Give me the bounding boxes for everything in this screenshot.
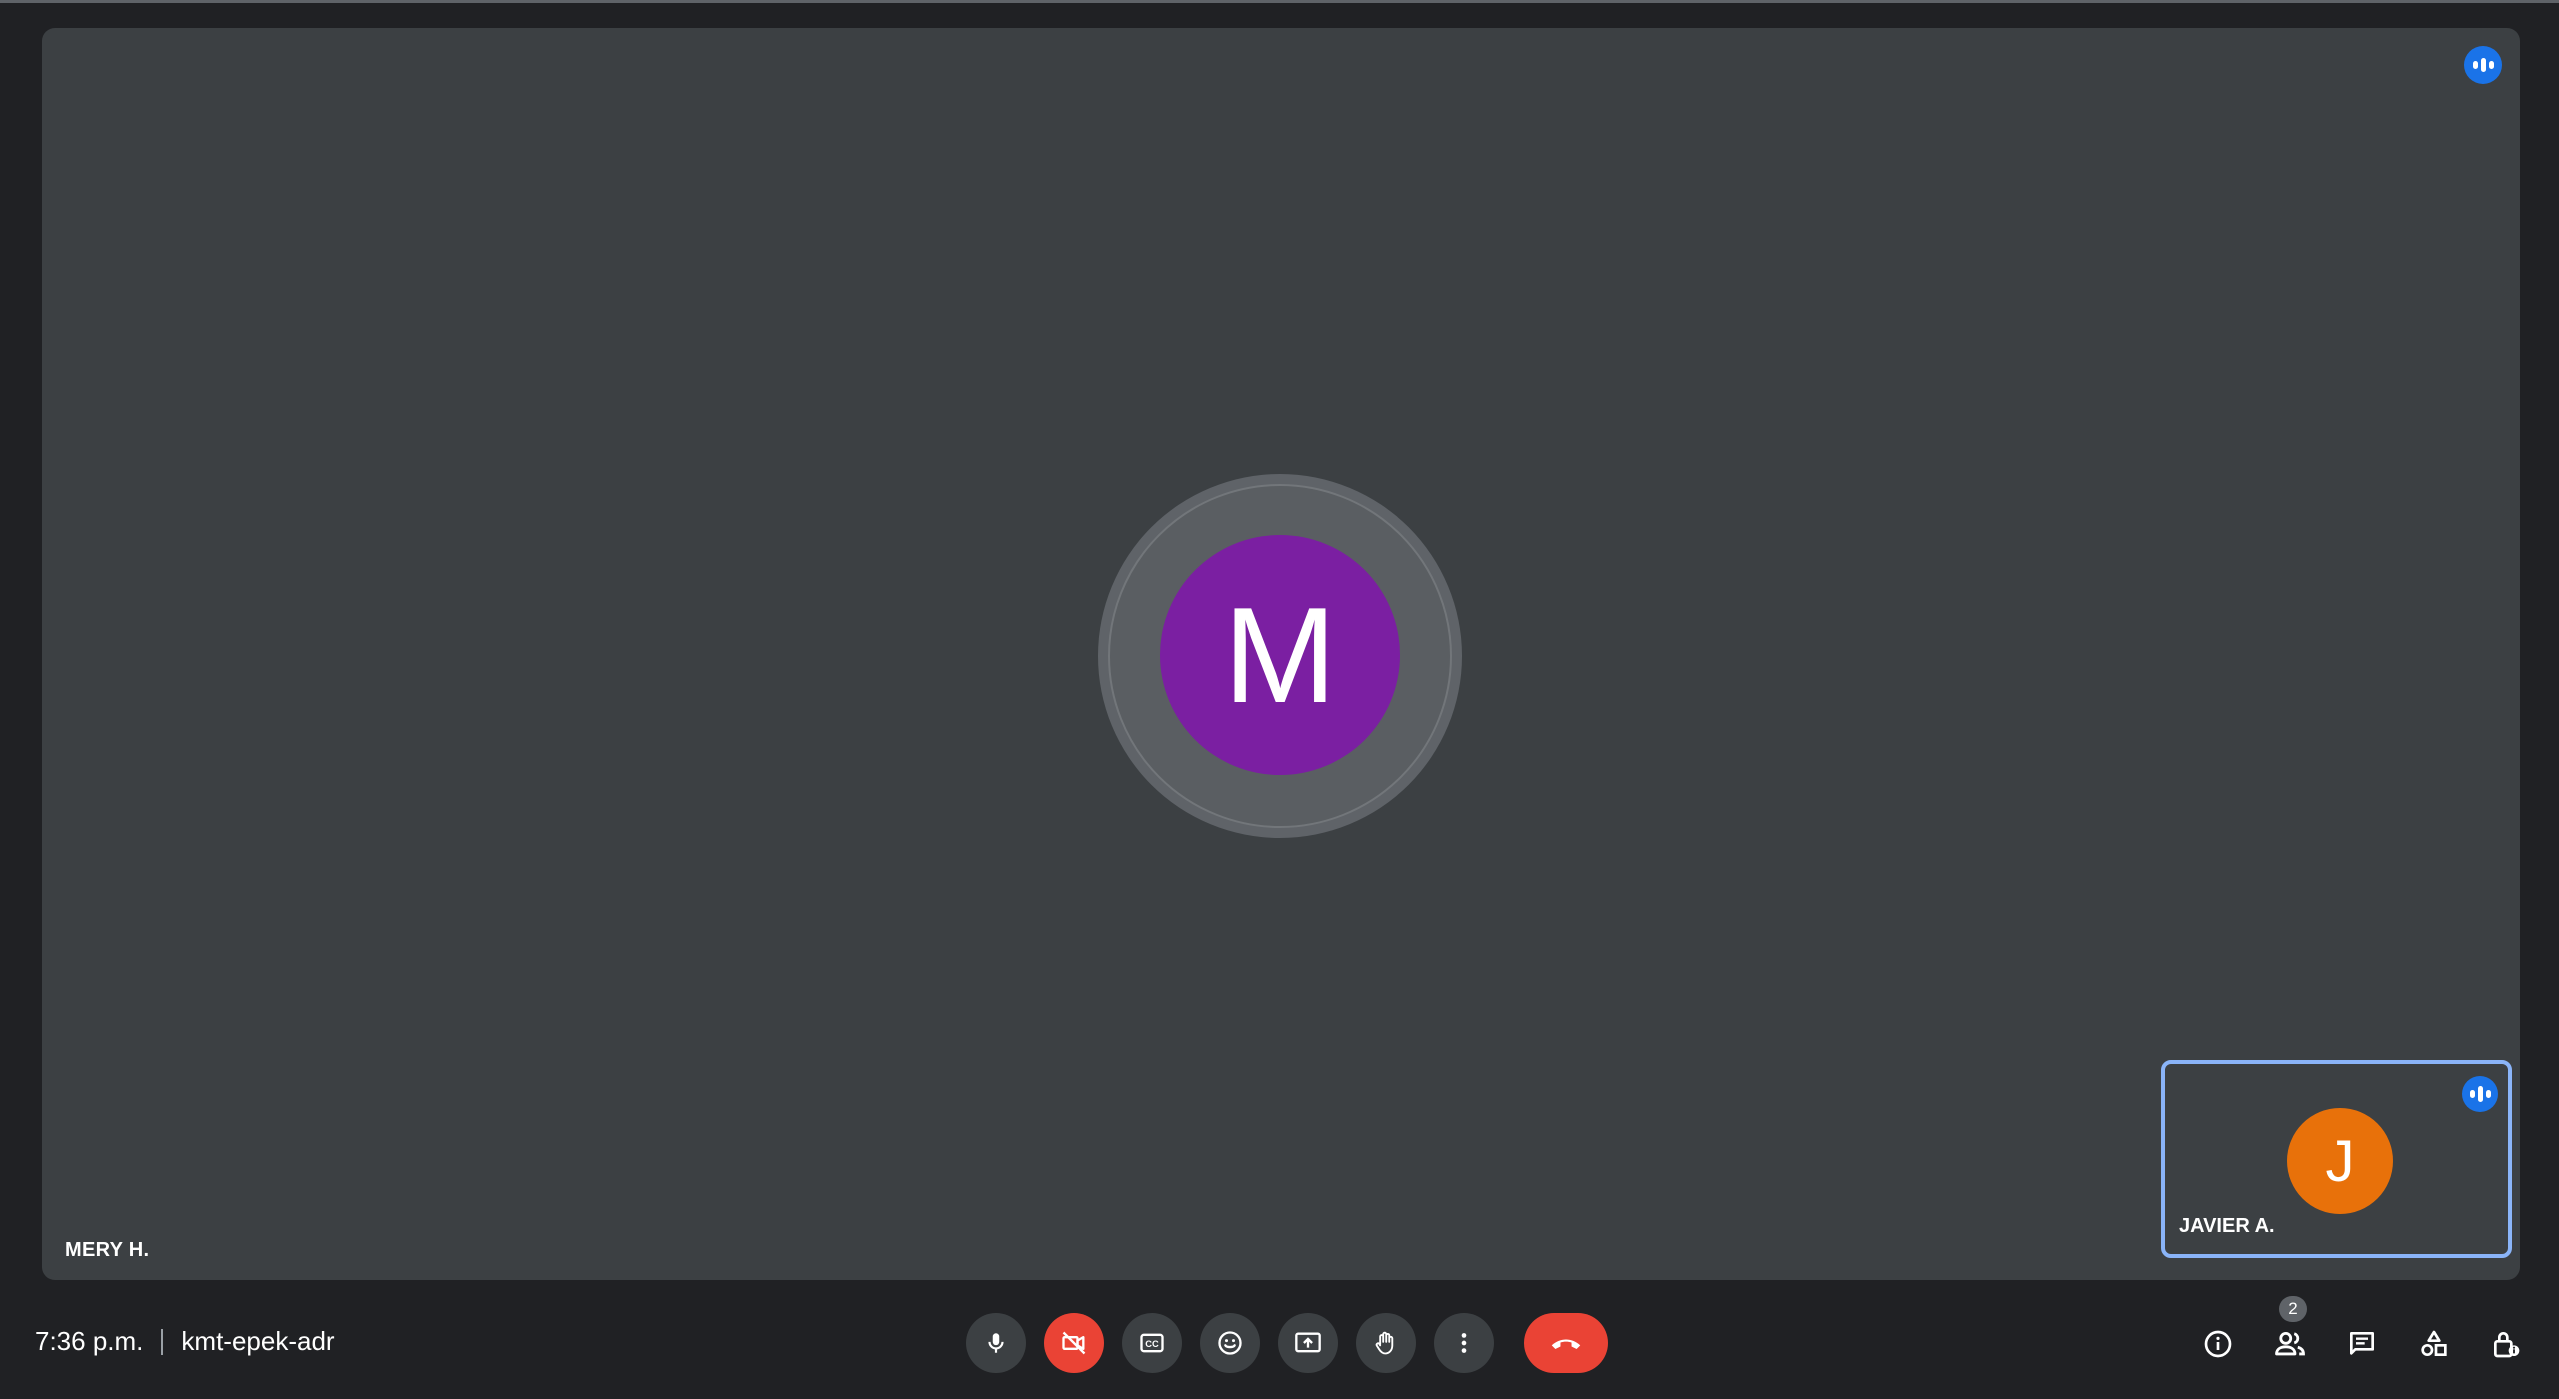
participant-name: JAVIER A.: [2179, 1215, 2275, 1237]
microphone-button[interactable]: [966, 1313, 1026, 1373]
host-controls-icon: [2494, 1332, 2520, 1358]
people-count-badge: 2: [2279, 1296, 2307, 1322]
meeting-details: 7:36 p.m. kmt-epek-adr: [35, 1326, 335, 1357]
chat-button[interactable]: [2334, 1316, 2390, 1372]
people-button[interactable]: 2: [2262, 1296, 2318, 1372]
emoji-reactions-button[interactable]: [1200, 1313, 1260, 1373]
avatar: M: [1160, 535, 1400, 775]
meeting-time: 7:36 p.m.: [35, 1326, 144, 1356]
more-options-button[interactable]: [1434, 1313, 1494, 1373]
call-controls: CC: [966, 1313, 1608, 1373]
meeting-details-button[interactable]: [2190, 1316, 2246, 1372]
info-icon: [2204, 1330, 2232, 1358]
microphone-icon: [988, 1333, 1004, 1353]
participant-name: MERY H.: [65, 1239, 150, 1261]
camera-button[interactable]: [1044, 1313, 1104, 1373]
svg-text:CC: CC: [1145, 1339, 1159, 1349]
activities-button[interactable]: [2406, 1316, 2462, 1372]
present-screen-button[interactable]: [1278, 1313, 1338, 1373]
people-icon: [2275, 1331, 2305, 1356]
raise-hand-button[interactable]: [1356, 1313, 1416, 1373]
present-screen-icon: [1295, 1332, 1321, 1353]
host-controls-button[interactable]: [2478, 1316, 2534, 1372]
bottom-toolbar: 7:36 p.m. kmt-epek-adr CC 2: [0, 1290, 2559, 1399]
window-top-border: [0, 0, 2559, 3]
activities-icon: [2421, 1330, 2447, 1356]
end-call-icon: [1551, 1339, 1581, 1350]
main-participant-tile[interactable]: M MERY H.: [42, 28, 2520, 1280]
captions-button[interactable]: CC: [1122, 1313, 1182, 1373]
end-call-button[interactable]: [1524, 1313, 1608, 1373]
avatar: J: [2287, 1108, 2393, 1214]
more-options-icon: [1461, 1333, 1467, 1353]
raise-hand-icon: [1375, 1331, 1394, 1355]
speaking-icon: [2464, 46, 2502, 84]
divider: [161, 1328, 164, 1355]
side-controls: 2: [2190, 1296, 2534, 1372]
speaking-icon: [2462, 1076, 2498, 1112]
captions-icon: CC: [1140, 1333, 1164, 1353]
self-participant-tile[interactable]: J JAVIER A.: [2161, 1060, 2512, 1258]
camera-off-icon: [1062, 1331, 1086, 1355]
meeting-code[interactable]: kmt-epek-adr: [181, 1326, 334, 1357]
emoji-icon: [1218, 1331, 1242, 1355]
chat-icon: [2350, 1332, 2374, 1355]
